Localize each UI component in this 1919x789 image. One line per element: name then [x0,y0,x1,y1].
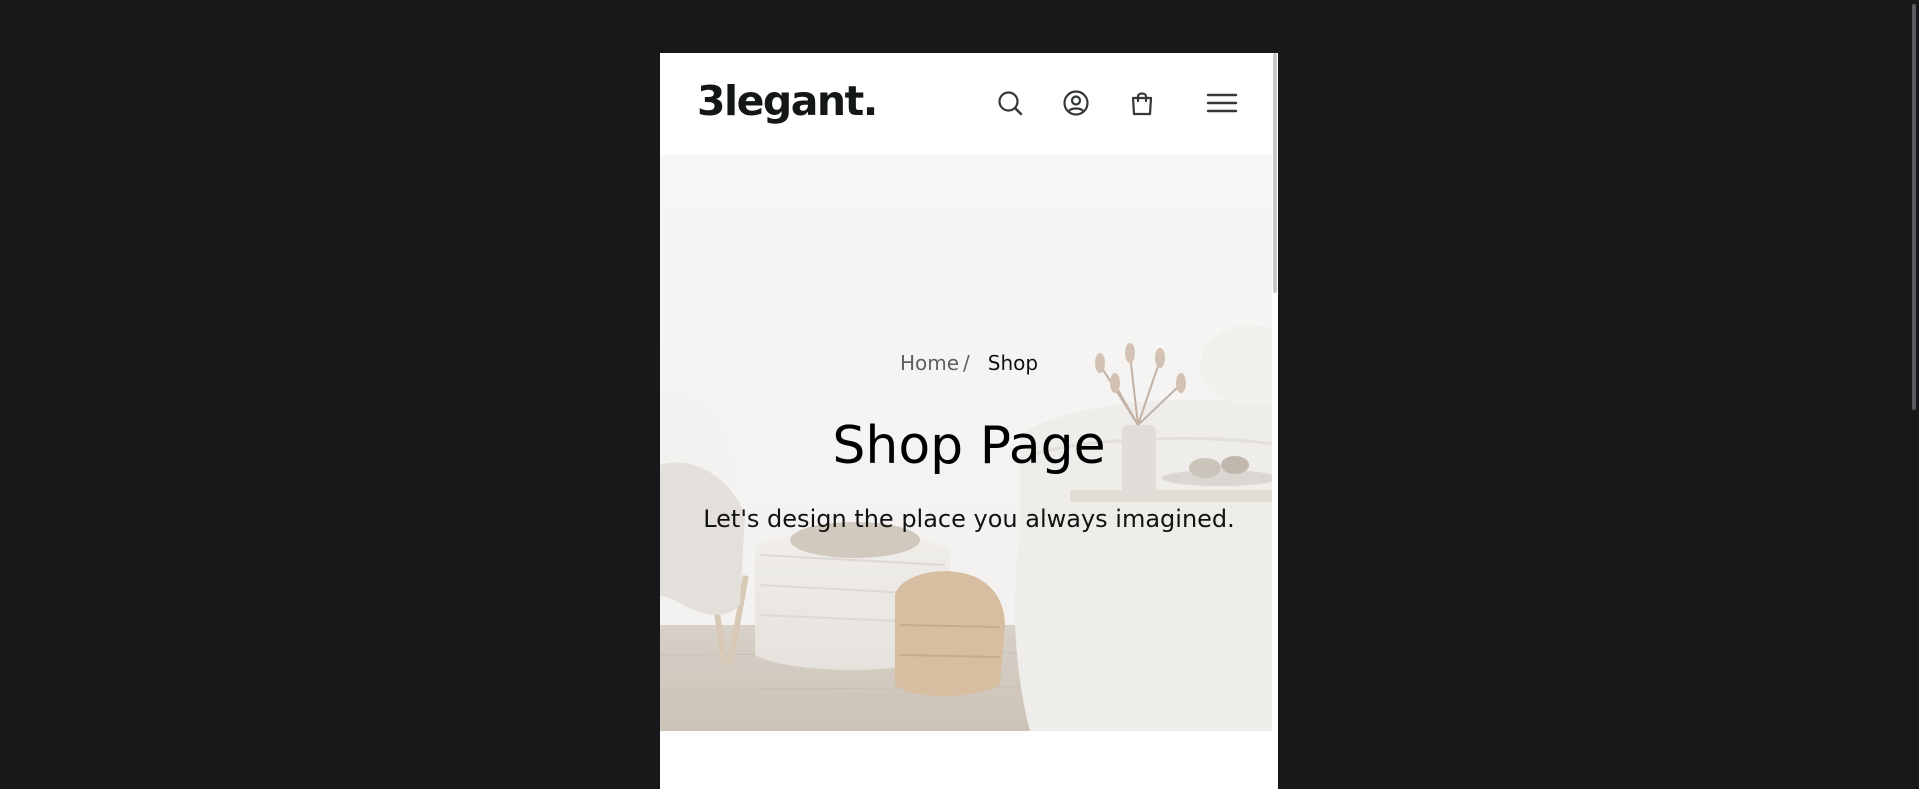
breadcrumb-current: Shop [987,351,1039,375]
browser-viewport: 3legant. Home / Shop Shop Page Let's des… [660,53,1278,789]
shopping-bag-icon[interactable] [1126,87,1158,119]
search-icon[interactable] [994,87,1026,119]
page-scrollbar[interactable] [1909,0,1919,789]
logo[interactable]: 3legant. [697,81,878,122]
breadcrumb: Home / Shop [660,351,1278,375]
inner-scrollbar-thumb[interactable] [1273,53,1277,293]
user-icon[interactable] [1060,87,1092,119]
menu-icon[interactable] [1206,87,1238,119]
site-header: 3legant. [660,53,1278,155]
breadcrumb-separator: / [963,351,970,375]
page-scrollbar-thumb[interactable] [1912,4,1916,410]
page-title: Shop Page [832,416,1106,476]
content-area [660,731,1278,789]
hero-subtitle: Let's design the place you always imagin… [703,505,1235,533]
hero-banner: Home / Shop Shop Page Let's design the pla… [660,155,1278,731]
breadcrumb-home-link[interactable]: Home [900,351,959,375]
inner-scrollbar[interactable] [1272,53,1278,789]
